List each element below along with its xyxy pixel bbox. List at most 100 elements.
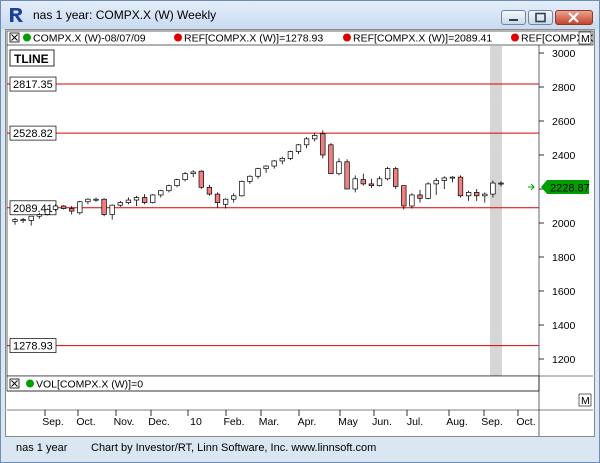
candle: [271, 160, 277, 167]
x-tick-label: Nov.: [114, 416, 135, 428]
candle: [279, 158, 285, 162]
x-tick-label: Mar.: [259, 416, 279, 428]
y-tick-label: 2000: [552, 218, 576, 230]
candle: [303, 138, 310, 146]
candle: [360, 179, 366, 185]
candle: [247, 175, 253, 182]
y-tick-label: 3000: [552, 48, 576, 60]
current-price-label: 2228.87: [550, 183, 590, 195]
x-tick-label: Aug.: [446, 416, 468, 428]
candle: [498, 182, 504, 185]
volume-close-icon[interactable]: [9, 378, 20, 389]
y-tick-label: 1800: [552, 252, 576, 264]
close-button[interactable]: [555, 10, 593, 25]
chart-area[interactable]: COMPX.X (W)-08/07/09 REF[COMPX.X (W)]=12…: [5, 29, 595, 437]
series-dot-icon: [23, 33, 31, 42]
candle: [295, 144, 302, 152]
status-left: nas 1 year: [16, 442, 68, 454]
candle: [368, 183, 375, 186]
y-tick-label: 2600: [552, 116, 576, 128]
x-tick-label: Feb.: [223, 416, 244, 428]
candle: [255, 168, 261, 177]
x-tick-label: May: [338, 416, 359, 428]
window-title: nas 1 year: COMPX.X (W) Weekly: [33, 8, 217, 22]
candle: [60, 205, 67, 209]
candle: [393, 168, 399, 187]
candle: [263, 165, 269, 169]
candle: [465, 192, 472, 197]
candle: [150, 194, 156, 203]
header-ref-1: REF[COMPX.X (W)]=1278.93: [184, 33, 323, 45]
ref-dot-icon: [343, 33, 351, 42]
candle: [222, 198, 229, 205]
candle: [133, 197, 140, 201]
x-tick-label: Apr.: [298, 416, 317, 428]
candle: [384, 168, 391, 180]
candle: [231, 195, 237, 200]
header-symbol: COMPX.X (W)-08/07/09: [33, 33, 146, 45]
candle: [239, 181, 245, 197]
candle: [93, 198, 99, 201]
header-ref-2: REF[COMPX.X (W)]=2089.41: [353, 33, 492, 45]
x-tick-label: 10: [190, 416, 202, 428]
close-icon: [568, 12, 579, 23]
candle: [206, 186, 213, 195]
y-tick-label: 1200: [552, 354, 576, 366]
y-tick-label: 1600: [552, 286, 576, 298]
candle: [36, 214, 42, 217]
candle: [77, 201, 83, 214]
level-label: 1278.93: [13, 341, 53, 353]
volume-label: VOL[COMPX.X (W)]=0: [36, 379, 143, 391]
candle: [425, 183, 431, 199]
candle: [52, 205, 59, 210]
candle: [336, 161, 342, 175]
status-bar: nas 1 year Chart by Investor/RT, Linn So…: [5, 438, 595, 460]
candle: [409, 194, 415, 207]
candle: [20, 219, 26, 221]
volume-dot-icon: [26, 379, 34, 388]
minimize-button[interactable]: [501, 10, 526, 25]
header-m-label: M: [581, 33, 590, 45]
candle: [474, 192, 480, 197]
candle: [69, 208, 75, 212]
status-credit: Chart by Investor/RT, Linn Software, Inc…: [91, 442, 377, 454]
candle: [190, 171, 196, 175]
candle: [352, 178, 358, 190]
candle: [12, 219, 18, 222]
candle: [328, 144, 334, 175]
title-bar[interactable]: nas 1 year: COMPX.X (W) Weekly: [1, 1, 599, 29]
ref-dot-icon: [511, 33, 519, 42]
chart-window: nas 1 year: COMPX.X (W) Weekly COMPX.X (…: [0, 0, 600, 463]
candle: [417, 194, 423, 199]
investor-rt-logo-icon: [10, 8, 23, 22]
current-price-marker: 2228.87: [528, 180, 590, 195]
candle: [44, 209, 51, 215]
candle: [433, 180, 439, 185]
maximize-button[interactable]: [528, 10, 553, 25]
minimize-icon: [509, 19, 518, 21]
x-tick-label: Oct.: [76, 416, 95, 428]
candle: [320, 133, 326, 156]
candle: [376, 178, 383, 186]
candle: [101, 198, 107, 215]
x-tick-label: Jun.: [372, 416, 392, 428]
candle: [109, 204, 115, 215]
candle: [158, 190, 164, 196]
candle: [441, 177, 447, 181]
maximize-icon: [535, 12, 546, 23]
candle: [28, 215, 34, 221]
candle: [287, 151, 294, 159]
candle: [449, 176, 456, 179]
candle: [482, 193, 488, 197]
x-tick-label: Dec.: [148, 416, 170, 428]
candle: [344, 161, 350, 190]
x-tick-label: Oct.: [516, 416, 535, 428]
price-chart[interactable]: COMPX.X (W)-08/07/09 REF[COMPX.X (W)]=12…: [6, 30, 594, 436]
candle: [141, 197, 148, 203]
header-close-icon[interactable]: [9, 32, 20, 43]
candle: [174, 179, 180, 186]
level-label: 2817.35: [13, 79, 53, 91]
candle: [198, 170, 204, 188]
x-tick-label: Sep.: [481, 416, 503, 428]
candle: [312, 135, 318, 140]
